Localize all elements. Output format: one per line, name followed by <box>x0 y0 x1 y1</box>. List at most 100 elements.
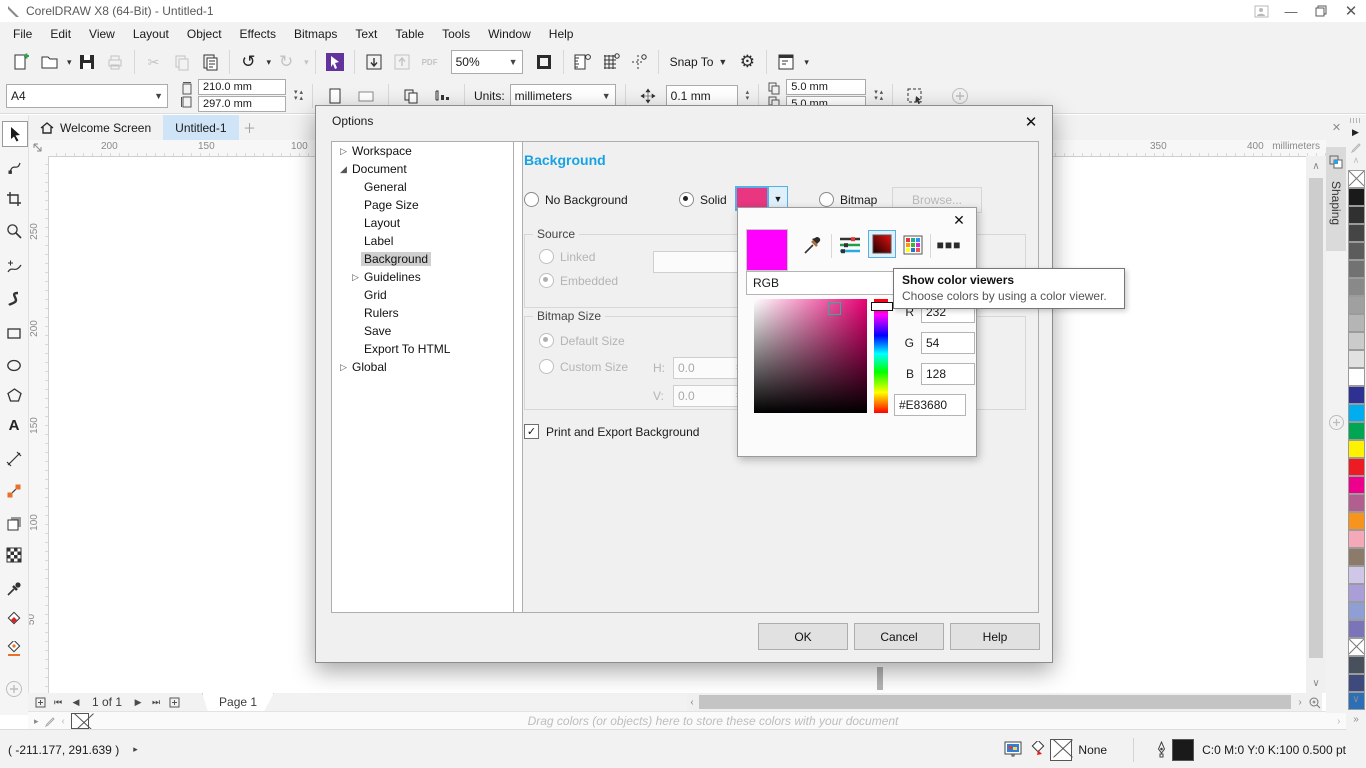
palette-more-icon[interactable]: » <box>1350 713 1362 725</box>
dockers-dropdown-arrow[interactable]: ▾ <box>804 58 809 67</box>
palette-swatch-b05f8e[interactable] <box>1348 494 1365 512</box>
menu-file[interactable]: File <box>4 23 41 45</box>
palette-swatch-7b74b9[interactable] <box>1348 620 1365 638</box>
palette-swatch-f7941d[interactable] <box>1348 512 1365 530</box>
palette-swatch-none-26[interactable] <box>1348 638 1365 656</box>
palette-scroll-up-icon[interactable]: ∧ <box>1350 155 1362 165</box>
duplicate-spinners[interactable]: ▾ ▴ ▾ ▴ <box>874 89 883 102</box>
menu-object[interactable]: Object <box>178 23 231 45</box>
tree-item-page-size[interactable]: Page Size <box>332 196 522 214</box>
horizontal-scrollbar-thumb[interactable] <box>699 695 1291 709</box>
add-page-start-icon[interactable] <box>32 694 48 710</box>
palette-swatch-e1e1df[interactable] <box>1348 350 1365 368</box>
palette-swatch-8f9fd4[interactable] <box>1348 602 1365 620</box>
fill-none-swatch[interactable] <box>1050 738 1073 761</box>
tree-item-grid[interactable]: Grid <box>332 286 522 304</box>
restore-button[interactable] <box>1306 1 1336 21</box>
palette-edit-icon[interactable] <box>1351 142 1362 153</box>
show-rulers-icon[interactable] <box>570 49 596 75</box>
palette-swatch-ec008c[interactable] <box>1348 476 1365 494</box>
palette-swatch-727270[interactable] <box>1348 260 1365 278</box>
ruler-origin-icon[interactable] <box>28 140 48 157</box>
palette-scroll-right-icon[interactable]: › <box>1337 716 1340 727</box>
tree-item-workspace[interactable]: ▷ Workspace <box>332 142 522 160</box>
coords-flyout-icon[interactable]: ▸ <box>119 744 138 755</box>
chevron-down-icon[interactable]: ▼ <box>154 91 163 101</box>
outline-color-swatch[interactable] <box>1172 738 1195 761</box>
snap-to-button[interactable]: Snap To ▼ <box>665 55 733 69</box>
palette-swatch-a0a09e[interactable] <box>1348 296 1365 314</box>
color-palettes-icon[interactable] <box>900 232 926 258</box>
minimize-button[interactable]: — <box>1276 1 1306 21</box>
show-grid-icon[interactable] <box>598 49 624 75</box>
tree-item-layout[interactable]: Layout <box>332 214 522 232</box>
zoom-to-fit-icon[interactable] <box>1307 694 1322 710</box>
no-background-radio[interactable]: No Background <box>524 192 628 207</box>
palette-swatch-b5b5b3[interactable] <box>1348 314 1365 332</box>
print-export-checkbox[interactable]: ✓ Print and Export Background <box>524 424 699 439</box>
g-field[interactable]: 54 <box>921 332 975 354</box>
hue-slider-handle[interactable] <box>871 302 893 311</box>
docker-tab-shaping[interactable]: Shaping <box>1326 147 1346 251</box>
palette-swatch-fff200[interactable] <box>1348 440 1365 458</box>
color-preview-swatch[interactable] <box>746 229 788 271</box>
tree-item-guidelines[interactable]: ▷ Guidelines <box>332 268 522 286</box>
help-button[interactable]: Help <box>950 623 1040 650</box>
add-tool-button[interactable] <box>2 677 26 701</box>
tree-item-global[interactable]: ▷ Global <box>332 358 522 376</box>
menu-edit[interactable]: Edit <box>41 23 80 45</box>
tree-item-label[interactable]: Label <box>332 232 522 250</box>
scroll-right-icon[interactable]: › <box>1293 694 1307 710</box>
import-icon[interactable] <box>361 49 387 75</box>
open-dropdown-arrow[interactable]: ▾ <box>67 58 72 67</box>
palette-swatch-00a651[interactable] <box>1348 422 1365 440</box>
palette-swatch-5c5c5a[interactable] <box>1348 242 1365 260</box>
page-size-spinners[interactable]: ▾ ▴ ▾ ▴ <box>294 89 303 102</box>
palette-swatch-2e3192[interactable] <box>1348 386 1365 404</box>
undo-icon[interactable]: ↺ <box>236 49 262 75</box>
color-viewers-icon[interactable] <box>868 230 896 258</box>
paste-icon[interactable] <box>197 49 223 75</box>
smart-fill-tool[interactable] <box>2 637 26 661</box>
menu-table[interactable]: Table <box>386 23 433 45</box>
ok-button[interactable]: OK <box>758 623 848 650</box>
menu-layout[interactable]: Layout <box>124 23 178 45</box>
chevron-down-icon[interactable]: ▼ <box>602 91 611 101</box>
palette-swatch-ffffff[interactable] <box>1348 368 1365 386</box>
dialog-close-icon[interactable]: ✕ <box>1020 112 1042 132</box>
palette-swatch-ed1c24[interactable] <box>1348 458 1365 476</box>
first-page-icon[interactable]: ⏮ <box>50 694 66 710</box>
previous-page-icon[interactable]: ◀ <box>68 694 84 710</box>
interactive-fill-tool[interactable] <box>2 607 26 631</box>
saturation-value-field[interactable] <box>754 299 867 413</box>
document-palette-none-swatch[interactable] <box>70 713 89 729</box>
save-icon[interactable] <box>74 49 100 75</box>
palette-scroll-left-icon[interactable]: ‹ <box>62 716 65 727</box>
collapsed-arrow-icon[interactable]: ▷ <box>350 272 361 283</box>
units-combo[interactable]: millimeters ▼ <box>509 83 616 108</box>
vertical-scrollbar[interactable]: ∧ ∨ <box>1306 156 1326 693</box>
rectangle-tool[interactable] <box>2 321 26 345</box>
app-launcher-icon[interactable] <box>322 49 348 75</box>
expanded-arrow-icon[interactable]: ◢ <box>338 164 349 175</box>
cancel-button[interactable]: Cancel <box>854 623 944 650</box>
page-1-tab[interactable]: Page 1 <box>202 692 275 712</box>
palette-swatch-30302e[interactable] <box>1348 206 1365 224</box>
more-options-icon[interactable]: ■■■ <box>936 232 962 258</box>
edit-palette-icon[interactable] <box>44 716 56 727</box>
b-field[interactable]: 128 <box>921 363 975 385</box>
palette-swatch-8c7b6a[interactable] <box>1348 548 1365 566</box>
account-icon[interactable] <box>1246 1 1276 21</box>
popup-close-icon[interactable]: ✕ <box>950 212 968 228</box>
artistic-media-tool[interactable] <box>2 287 26 311</box>
scroll-up-icon[interactable]: ∧ <box>1306 158 1326 174</box>
menu-tools[interactable]: Tools <box>433 23 479 45</box>
bitmap-radio[interactable]: Bitmap <box>819 192 877 207</box>
palette-swatch-454543[interactable] <box>1348 224 1365 242</box>
tree-item-save[interactable]: Save <box>332 322 522 340</box>
menu-help[interactable]: Help <box>540 23 583 45</box>
palette-swatch-f5a9b8[interactable] <box>1348 530 1365 548</box>
menu-window[interactable]: Window <box>479 23 540 45</box>
nudge-field[interactable]: 0.1 mm <box>665 84 738 107</box>
collapsed-arrow-icon[interactable]: ▷ <box>338 146 349 157</box>
